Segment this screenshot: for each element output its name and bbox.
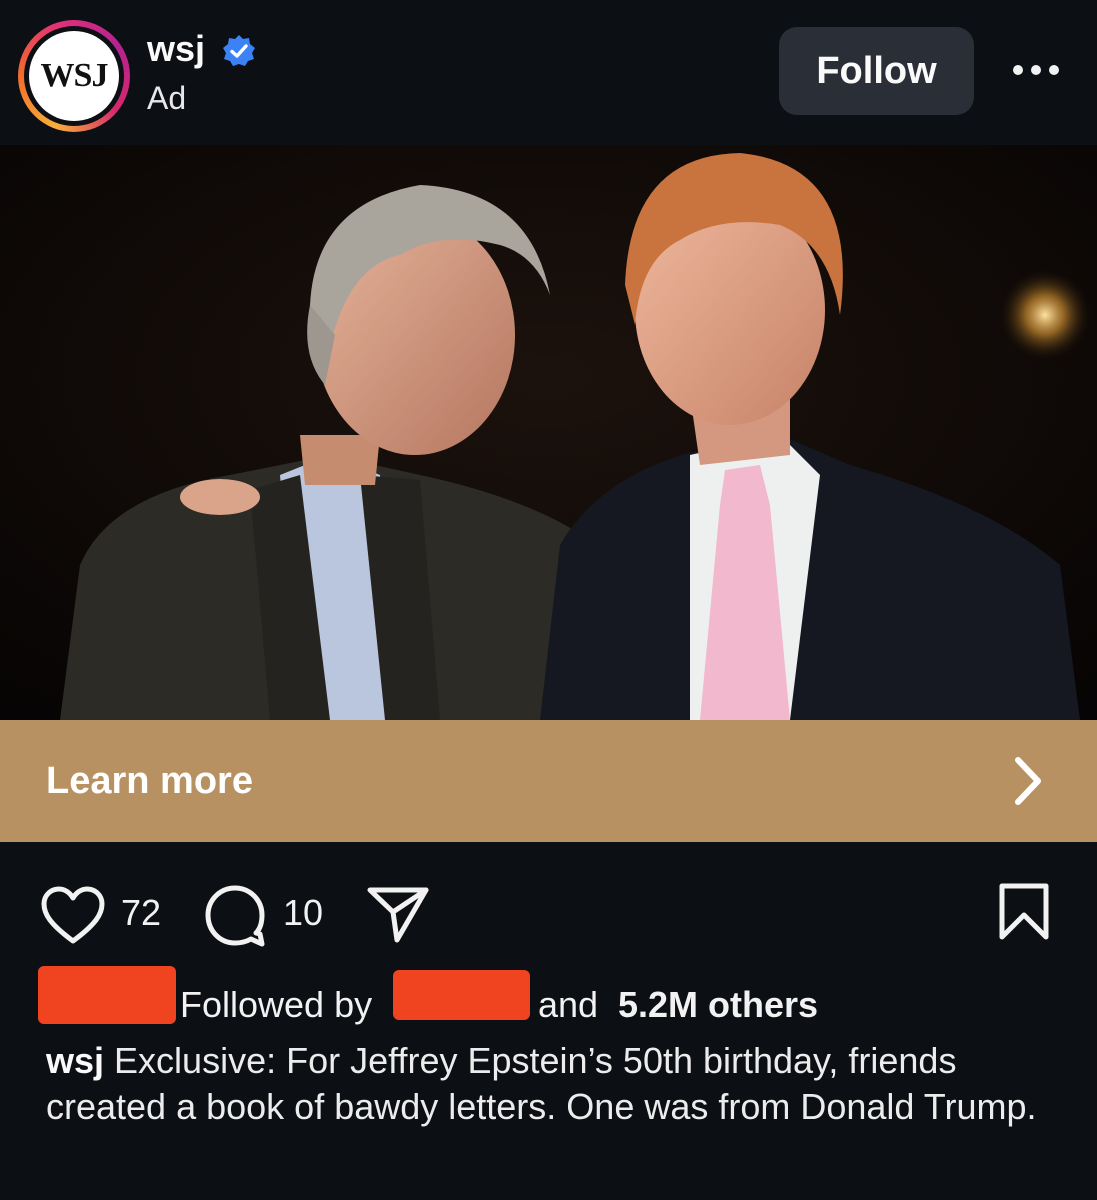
post-caption: wsj Exclusive: For Jeffrey Epstein’s 50t… [46, 1038, 1056, 1130]
caption-username[interactable]: wsj [46, 1040, 104, 1081]
share-icon[interactable] [366, 886, 430, 944]
verified-badge-icon [223, 35, 255, 66]
photo-illustration [0, 145, 1097, 720]
learn-more-label: Learn more [46, 760, 253, 802]
heart-icon[interactable] [40, 886, 106, 946]
avatar[interactable]: WSJ [18, 20, 130, 132]
likes-count[interactable]: 72 [121, 892, 161, 934]
account-username[interactable]: wsj [147, 28, 205, 70]
follow-button[interactable]: Follow [779, 27, 974, 115]
bookmark-icon[interactable] [996, 882, 1052, 942]
learn-more-bar[interactable]: Learn more [0, 720, 1097, 842]
wsj-logo: WSJ [29, 31, 119, 121]
post-photo[interactable] [0, 145, 1097, 720]
comments-count[interactable]: 10 [283, 892, 323, 934]
caption-text: Exclusive: For Jeffrey Epstein’s 50th bi… [46, 1040, 1037, 1127]
chevron-right-icon [1015, 757, 1041, 805]
redaction-block [38, 966, 176, 1024]
followed-by-others[interactable]: 5.2M others [618, 984, 818, 1026]
post-header: WSJ wsj Ad Follow [0, 0, 1097, 145]
followed-by-row: Followed by and 5.2M others [0, 966, 1097, 1038]
redaction-block [393, 970, 530, 1020]
followed-by-and: and [538, 984, 599, 1025]
sponsored-label: Ad [147, 80, 187, 116]
more-options-icon[interactable] [1008, 52, 1064, 88]
post-actions: 72 10 [0, 842, 1097, 962]
followed-by-label: Followed by [180, 984, 373, 1025]
comment-icon[interactable] [204, 884, 268, 948]
